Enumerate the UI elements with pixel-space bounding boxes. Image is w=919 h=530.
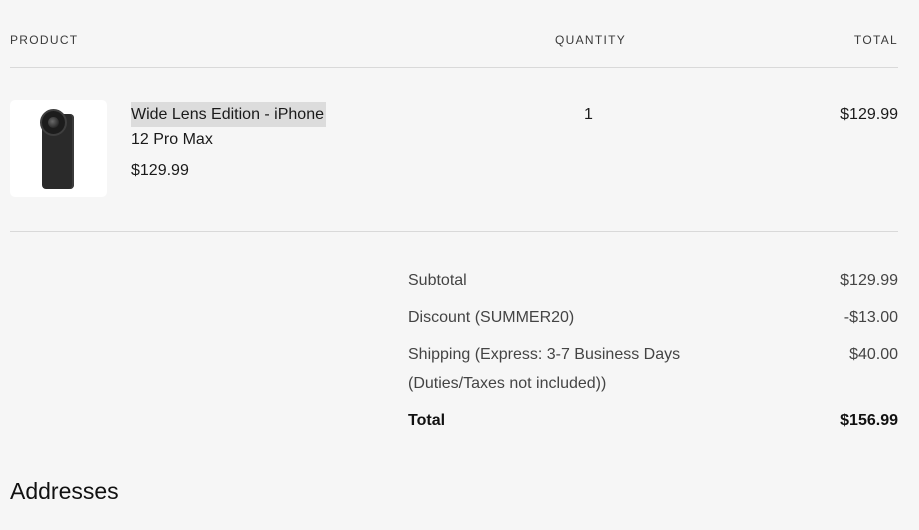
shipping-row: Shipping (Express: 3-7 Business Days (Du… [408,340,898,406]
line-item-total: $129.99 [840,106,898,123]
total-label: Total [408,412,446,429]
discount-value: -$13.00 [843,309,898,326]
subtotal-row: Subtotal $129.99 [408,266,898,303]
subtotal-label: Subtotal [408,272,467,289]
product-thumbnail[interactable] [10,100,107,197]
shipping-value: $40.00 [849,346,898,363]
shipping-label: Shipping (Express: 3-7 Business Days (Du… [408,340,708,398]
product-title[interactable]: Wide Lens Edition - iPhone [131,102,326,127]
order-summary: Subtotal $129.99 Discount (SUMMER20) -$1… [408,266,898,436]
line-item-quantity: 1 [584,106,593,123]
total-value: $156.99 [840,412,898,429]
product-column-header: PRODUCT [10,33,79,47]
summary-divider [10,231,898,232]
order-details-page: PRODUCT QUANTITY TOTAL Wide Lens Edition… [0,0,919,530]
product-title-continued[interactable]: 12 Pro Max [131,131,213,148]
line-items-header: PRODUCT QUANTITY TOTAL [10,33,898,49]
header-divider [10,67,898,68]
lens-icon [40,109,67,136]
subtotal-value: $129.99 [840,272,898,289]
quantity-column-header: QUANTITY [555,33,627,47]
shipping-note: (Duties/Taxes not included)) [408,375,607,392]
product-info: Wide Lens Edition - iPhone 12 Pro Max $1… [131,102,326,183]
product-unit-price: $129.99 [131,162,189,179]
addresses-heading: Addresses [10,478,119,504]
shipping-method: Shipping (Express: 3-7 Business Days [408,346,681,363]
discount-row: Discount (SUMMER20) -$13.00 [408,303,898,340]
line-item-row: Wide Lens Edition - iPhone 12 Pro Max $1… [10,100,898,200]
total-column-header: TOTAL [853,33,898,47]
discount-label: Discount (SUMMER20) [408,309,575,326]
total-row: Total $156.99 [408,406,898,436]
